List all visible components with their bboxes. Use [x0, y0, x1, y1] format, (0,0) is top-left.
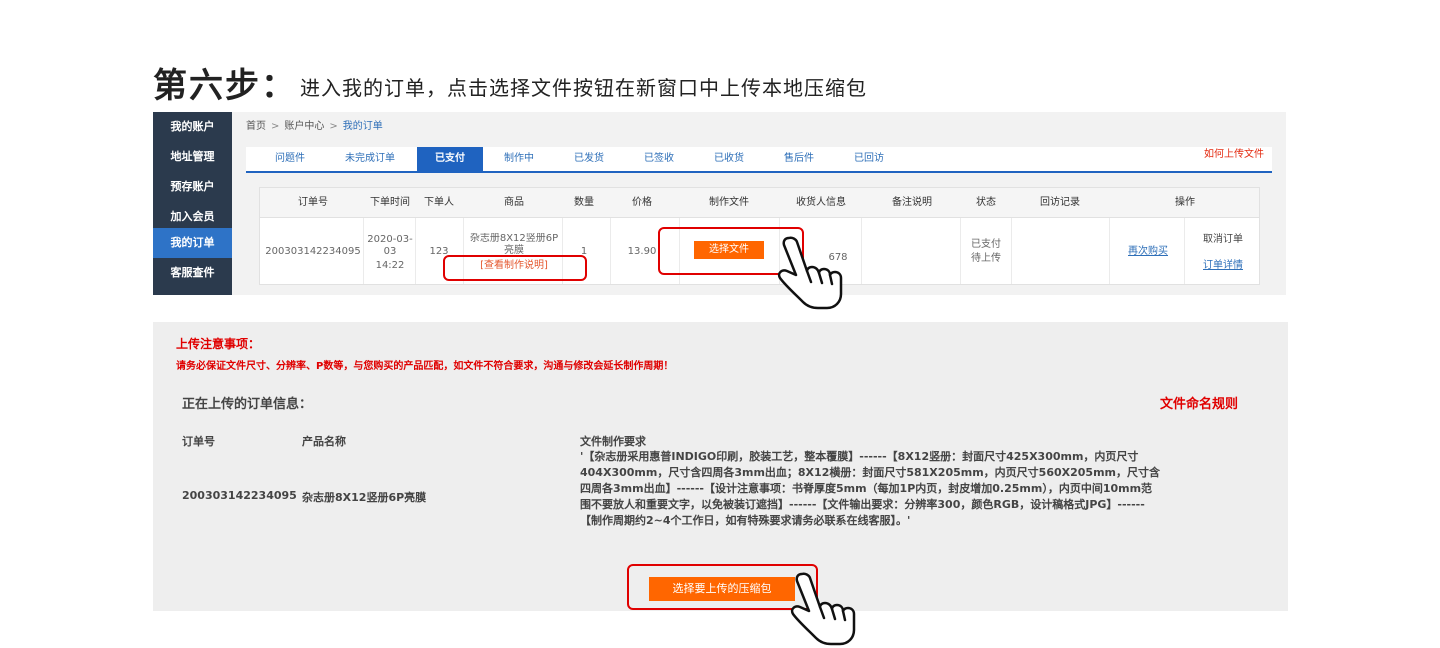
header-status: 状态 [976, 197, 996, 208]
column-divider [1109, 218, 1110, 284]
order-no-label: 订单号 [182, 435, 215, 448]
header-receiver: 收货人信息 [796, 197, 846, 208]
tab-unfinished[interactable]: 未完成订单 [334, 147, 406, 171]
breadcrumb-separator: > [329, 121, 338, 132]
breadcrumb-current[interactable]: 我的订单 [343, 121, 383, 132]
tab-after-sales[interactable]: 售后件 [773, 147, 825, 171]
file-naming-rules-link[interactable]: 文件命名规则 [1160, 393, 1238, 412]
order-detail-link[interactable]: 订单详情 [1186, 260, 1260, 272]
header-order-no: 订单号 [298, 197, 328, 208]
breadcrumb-account[interactable]: 账户中心 [284, 121, 324, 132]
sidebar-item-service[interactable]: 客服查件 [153, 258, 232, 288]
tab-problem[interactable]: 问题件 [258, 147, 322, 171]
header-quantity: 数量 [574, 197, 594, 208]
order-tabs: 问题件 未完成订单 已支付 制作中 已发货 已签收 已收货 售后件 已回访 如何… [246, 147, 1272, 173]
column-divider [1184, 218, 1185, 284]
sidebar-item-my-account[interactable]: 我的账户 [153, 112, 232, 142]
breadcrumb-home[interactable]: 首页 [246, 121, 266, 132]
tab-producing[interactable]: 制作中 [493, 147, 545, 171]
cell-order-no: 200303142234095 [265, 246, 361, 257]
rebuy-link[interactable]: 再次购买 [1112, 246, 1184, 258]
breadcrumb-separator: > [271, 121, 280, 132]
tab-shipped[interactable]: 已发货 [563, 147, 615, 171]
column-divider [610, 218, 611, 284]
sidebar-item-address[interactable]: 地址管理 [153, 142, 232, 172]
sidebar-item-prepaid[interactable]: 预存账户 [153, 172, 232, 202]
header-buyer: 下单人 [424, 197, 454, 208]
product-name-label: 产品名称 [302, 435, 346, 448]
header-actions: 操作 [1175, 197, 1195, 208]
column-divider [861, 218, 862, 284]
requirements-text: '【杂志册采用惠普INDIGO印刷，胶装工艺，整本覆膜】------【8X12竖… [580, 450, 1161, 527]
tab-signed[interactable]: 已签收 [633, 147, 685, 171]
highlight-production-notes [443, 255, 587, 281]
pointing-hand-icon [777, 236, 843, 310]
sidebar-item-my-orders[interactable]: 我的订单 [153, 228, 232, 258]
cell-product-name: 杂志册8X12竖册6P亮膜 [469, 233, 559, 256]
pointing-hand-icon [790, 572, 856, 646]
column-divider [1011, 218, 1012, 284]
breadcrumb: 首页 > 账户中心 > 我的订单 [246, 117, 383, 132]
sidebar: 我的账户 地址管理 预存账户 加入会员 我的订单 客服查件 [153, 112, 232, 295]
header-order-time: 下单时间 [370, 197, 410, 208]
column-divider [960, 218, 961, 284]
cell-status-await-upload: 待上传 [971, 253, 1001, 264]
product-name-value: 杂志册8X12竖册6P亮膜 [302, 491, 427, 504]
requirements-label: 文件制作要求 [580, 435, 646, 448]
step-title: 第六步： [153, 66, 297, 106]
step-description: 进入我的订单，点击选择文件按钮在新窗口中上传本地压缩包 [300, 76, 867, 100]
tab-received[interactable]: 已收货 [703, 147, 755, 171]
tab-paid[interactable]: 已支付 [417, 147, 483, 171]
header-product: 商品 [504, 197, 524, 208]
header-price: 价格 [632, 197, 652, 208]
cancel-order-button[interactable]: 取消订单 [1186, 234, 1260, 246]
cell-status-paid: 已支付 [971, 239, 1001, 250]
table-header: 订单号 下单时间 下单人 商品 数量 价格 制作文件 收货人信息 备注说明 状态… [260, 188, 1259, 218]
tab-revisited[interactable]: 已回访 [843, 147, 895, 171]
cell-order-time: 14:22 [375, 260, 405, 271]
cell-order-date: 2020-03-03 [367, 234, 413, 257]
header-revisit: 回访记录 [1040, 197, 1080, 208]
upload-notice-text: 请务必保证文件尺寸、分辨率、P数等，与您购买的产品匹配，如文件不符合要求，沟通与… [176, 361, 674, 372]
uploading-order-info-title: 正在上传的订单信息： [182, 397, 313, 412]
header-remarks: 备注说明 [892, 197, 932, 208]
header-file: 制作文件 [709, 197, 749, 208]
upload-notice-title: 上传注意事项： [176, 337, 261, 351]
order-no-value: 200303142234095 [182, 489, 297, 502]
how-to-upload-link[interactable]: 如何上传文件 [1204, 147, 1264, 163]
